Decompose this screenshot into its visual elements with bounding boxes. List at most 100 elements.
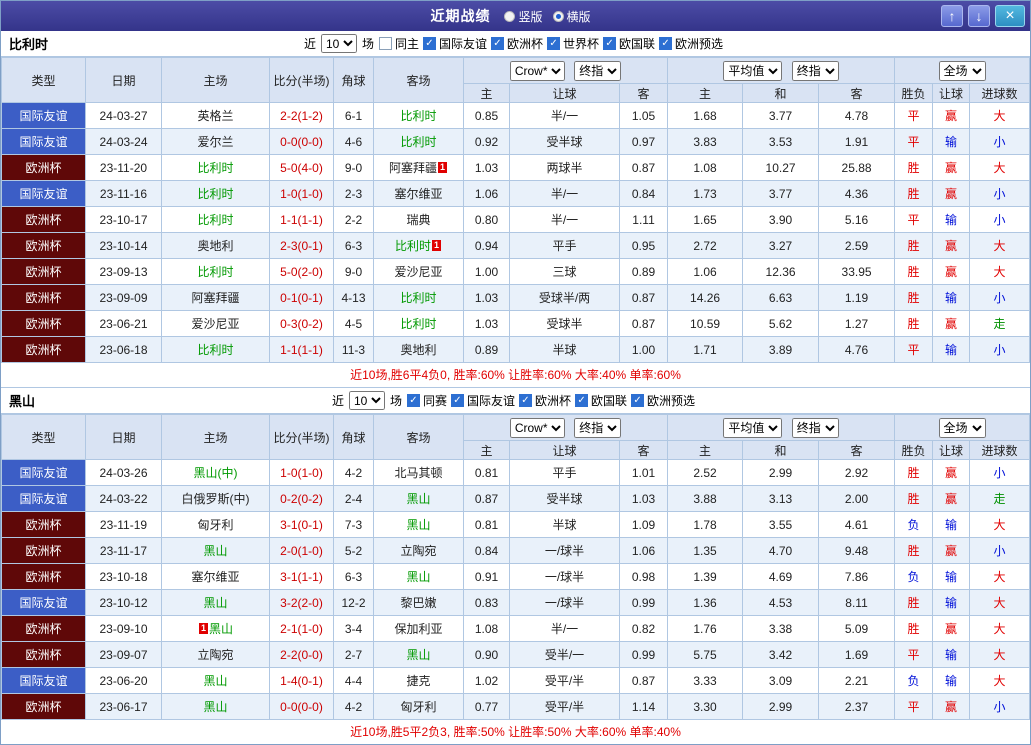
result-handicap: 赢 xyxy=(932,537,971,564)
away-team-cell: 比利时 xyxy=(373,310,464,337)
match-type-badge: 欧洲杯 xyxy=(1,693,86,720)
move-up-button[interactable]: ↑ xyxy=(941,5,963,27)
result-goals: 大 xyxy=(969,589,1030,616)
match-date: 23-10-17 xyxy=(85,206,162,233)
result-handicap: 赢 xyxy=(932,258,971,285)
odds-handicap: 半/一 xyxy=(509,615,620,642)
filter-checkbox-欧洲杯[interactable]: ✓ 欧洲杯 xyxy=(491,35,543,52)
odds-time-select[interactable]: 终指 xyxy=(574,60,622,81)
match-score: 2-1(1-0) xyxy=(269,615,334,642)
avg-source-select[interactable]: 平均值 xyxy=(723,60,783,81)
filter-checkbox-同主[interactable]: 同主 xyxy=(378,35,419,52)
filter-checkbox-国际友谊[interactable]: ✓ 国际友谊 xyxy=(422,35,487,52)
result-goals: 大 xyxy=(969,563,1030,590)
filter-checkbox-欧国联[interactable]: ✓ 欧国联 xyxy=(603,35,655,52)
avg-time-select[interactable]: 终指 xyxy=(791,417,839,438)
odds-home: 1.06 xyxy=(463,180,510,207)
range-select[interactable]: 全场 xyxy=(938,417,986,438)
match-score: 1-0(1-0) xyxy=(269,459,334,486)
col-odds-away: 客 xyxy=(618,83,669,103)
match-date: 23-09-09 xyxy=(85,284,162,311)
match-row: 国际友谊 23-11-16 比利时 1-0(1-0) 2-3 塞尔维亚 1.06 半/一 0.8… xyxy=(1,180,1030,207)
corner-score: 5-2 xyxy=(333,537,374,564)
window-title: 近期战绩 xyxy=(430,8,491,24)
option-label: 国际友谊 xyxy=(438,37,487,51)
odds-home: 1.02 xyxy=(463,667,510,694)
away-team-cell: 捷克 xyxy=(373,667,464,694)
result-win-lose: 胜 xyxy=(894,154,934,181)
home-team-cell: 比利时 xyxy=(161,336,270,363)
home-team-cell: 爱沙尼亚 xyxy=(161,310,270,337)
red-card-badge: 1 xyxy=(438,162,447,173)
odds-source-select[interactable]: Crow* xyxy=(509,417,565,438)
range-select[interactable]: 全场 xyxy=(938,60,986,81)
odds-handicap: 半/一 xyxy=(509,102,620,129)
team-name: 黑山 xyxy=(406,492,431,506)
record-summary: 近10场,胜5平2负3, 胜率:50% 让胜率:50% 大率:60% 单率:40… xyxy=(1,720,1030,744)
away-team-cell: 比利时 xyxy=(373,102,464,129)
match-score: 3-1(1-1) xyxy=(269,563,334,590)
filter-radio-竖版[interactable]: 竖版 xyxy=(504,8,543,25)
home-team-cell: 爱尔兰 xyxy=(161,128,270,155)
col-date: 日期 xyxy=(85,414,162,460)
result-win-lose: 胜 xyxy=(894,180,934,207)
result-goals: 小 xyxy=(969,284,1030,311)
avg-home: 1.65 xyxy=(667,206,744,233)
avg-away: 5.16 xyxy=(818,206,896,233)
avg-home: 1.06 xyxy=(667,258,744,285)
filter-radio-横版[interactable]: 横版 xyxy=(552,8,591,25)
avg-away: 25.88 xyxy=(818,154,896,181)
col-avg-home: 主 xyxy=(667,440,744,460)
match-count-select[interactable]: 10 xyxy=(348,391,385,410)
match-date: 23-06-17 xyxy=(85,693,162,720)
odds-away: 1.03 xyxy=(618,485,669,512)
filter-checkbox-欧洲预选[interactable]: ✓ 欧洲预选 xyxy=(659,35,723,52)
filter-checkbox-世界杯[interactable]: ✓ 世界杯 xyxy=(547,35,599,52)
match-date: 23-06-18 xyxy=(85,336,162,363)
option-label: 欧洲杯 xyxy=(507,37,544,51)
close-button[interactable]: × xyxy=(995,5,1025,27)
avg-time-select[interactable]: 终指 xyxy=(791,60,839,81)
filter-bar: 近 10 场 同主 ✓ 国际友谊 ✓ 欧洲杯 ✓ 世界杯 ✓ 欧国联 ✓ 欧洲预选 xyxy=(304,34,727,53)
filter-checkbox-国际友谊[interactable]: ✓ 国际友谊 xyxy=(450,392,515,409)
col-goals-result: 进球数 xyxy=(969,83,1030,103)
odds-handicap: 受平/半 xyxy=(509,693,620,720)
match-row: 国际友谊 24-03-27 英格兰 2-2(1-2) 6-1 比利时 0.85 半/一 1.05… xyxy=(1,102,1030,129)
filter-checkbox-欧洲杯[interactable]: ✓ 欧洲杯 xyxy=(519,392,571,409)
result-goals: 走 xyxy=(969,310,1030,337)
result-handicap: 赢 xyxy=(932,102,971,129)
corner-score: 9-0 xyxy=(333,154,374,181)
match-row: 欧洲杯 23-11-17 黑山 2-0(1-0) 5-2 立陶宛 0.84 一/球半 1.06 1… xyxy=(1,537,1030,564)
avg-away: 33.95 xyxy=(818,258,896,285)
team-name: 比利时 xyxy=(197,343,234,357)
odds-source-select[interactable]: Crow* xyxy=(509,60,565,81)
option-label: 国际友谊 xyxy=(466,394,515,408)
avg-draw: 2.99 xyxy=(742,693,820,720)
filter-checkbox-同赛[interactable]: ✓ 同赛 xyxy=(406,392,447,409)
result-goals: 小 xyxy=(969,693,1030,720)
result-goals: 小 xyxy=(969,180,1030,207)
odds-away: 0.98 xyxy=(618,563,669,590)
results-table: 类型 日期 主场 比分(半场) 角球 客场 Crow* 终指 平均值 终指 全场… xyxy=(1,414,1030,720)
avg-away: 1.27 xyxy=(818,310,896,337)
move-down-button[interactable]: ↓ xyxy=(968,5,990,27)
match-score: 1-1(1-1) xyxy=(269,336,334,363)
match-date: 24-03-26 xyxy=(85,459,162,486)
odds-handicap: 平手 xyxy=(509,232,620,259)
odds-home: 1.03 xyxy=(463,310,510,337)
team-name: 黑山 xyxy=(203,674,228,688)
checkbox-icon: ✓ xyxy=(603,37,617,50)
match-type-badge: 欧洲杯 xyxy=(1,284,86,311)
col-away: 客场 xyxy=(373,414,464,460)
odds-away: 0.97 xyxy=(618,128,669,155)
filter-checkbox-欧国联[interactable]: ✓ 欧国联 xyxy=(575,392,627,409)
home-team-cell: 白俄罗斯(中) xyxy=(161,485,270,512)
odds-time-select[interactable]: 终指 xyxy=(574,417,622,438)
filter-checkbox-欧洲预选[interactable]: ✓ 欧洲预选 xyxy=(631,392,695,409)
avg-source-select[interactable]: 平均值 xyxy=(723,417,783,438)
match-date: 23-10-14 xyxy=(85,232,162,259)
unit-label: 场 xyxy=(361,37,374,51)
home-team-cell: 1 黑山 xyxy=(161,615,270,642)
avg-home: 1.35 xyxy=(667,537,744,564)
match-count-select[interactable]: 10 xyxy=(320,34,357,53)
